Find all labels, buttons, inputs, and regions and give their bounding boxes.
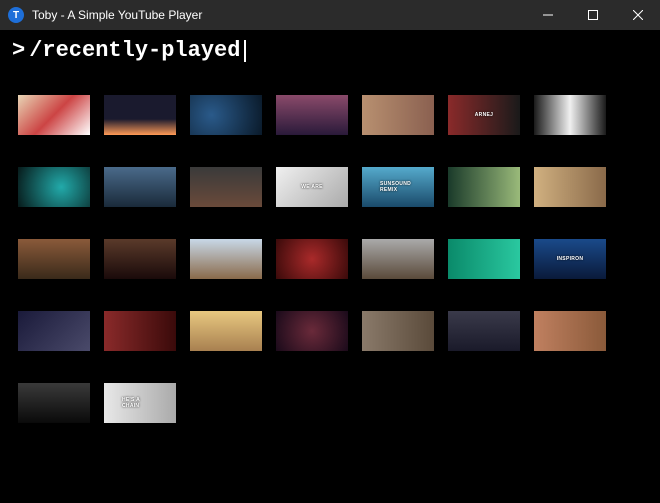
text-cursor	[244, 40, 246, 62]
video-thumbnail[interactable]: WE ARE	[276, 167, 348, 207]
thumbnail-grid: ARNEJ WE ARE SUNSOUND REMIX INSPIRON HE'S A …	[0, 67, 660, 451]
thumbnail-overlay-text: SUNSOUND REMIX	[380, 181, 416, 193]
video-thumbnail[interactable]	[534, 311, 606, 351]
thumbnail-overlay-text: ARNEJ	[475, 112, 493, 118]
video-thumbnail[interactable]: SUNSOUND REMIX	[362, 167, 434, 207]
video-thumbnail[interactable]	[276, 311, 348, 351]
video-thumbnail[interactable]	[276, 95, 348, 135]
titlebar[interactable]: T Toby - A Simple YouTube Player	[0, 0, 660, 30]
video-thumbnail[interactable]	[18, 383, 90, 423]
video-thumbnail[interactable]	[104, 95, 176, 135]
video-thumbnail[interactable]	[104, 167, 176, 207]
video-thumbnail[interactable]	[104, 311, 176, 351]
video-thumbnail[interactable]	[18, 167, 90, 207]
window-title: Toby - A Simple YouTube Player	[32, 8, 525, 22]
video-thumbnail[interactable]	[190, 239, 262, 279]
maximize-button[interactable]	[570, 0, 615, 30]
video-thumbnail[interactable]: ARNEJ	[448, 95, 520, 135]
video-thumbnail[interactable]: INSPIRON	[534, 239, 606, 279]
minimize-button[interactable]	[525, 0, 570, 30]
video-thumbnail[interactable]	[190, 167, 262, 207]
video-thumbnail[interactable]	[190, 95, 262, 135]
video-thumbnail[interactable]	[362, 239, 434, 279]
video-thumbnail[interactable]: HE'S A CHAIN	[104, 383, 176, 423]
command-bar: > /recently-played	[0, 30, 660, 67]
video-thumbnail[interactable]	[18, 311, 90, 351]
app-icon: T	[8, 7, 24, 23]
video-thumbnail[interactable]	[190, 311, 262, 351]
video-thumbnail[interactable]	[534, 95, 606, 135]
window-controls	[525, 0, 660, 30]
thumbnail-overlay-text: INSPIRON	[557, 256, 584, 262]
video-thumbnail[interactable]	[448, 167, 520, 207]
thumbnail-overlay-text: HE'S A CHAIN	[122, 397, 158, 409]
video-thumbnail[interactable]	[534, 167, 606, 207]
video-thumbnail[interactable]	[18, 95, 90, 135]
video-thumbnail[interactable]	[448, 239, 520, 279]
video-thumbnail[interactable]	[104, 239, 176, 279]
video-thumbnail[interactable]	[448, 311, 520, 351]
prompt-symbol: >	[12, 38, 25, 63]
video-thumbnail[interactable]	[362, 311, 434, 351]
video-thumbnail[interactable]	[362, 95, 434, 135]
video-thumbnail[interactable]	[18, 239, 90, 279]
video-thumbnail[interactable]	[276, 239, 348, 279]
close-button[interactable]	[615, 0, 660, 30]
thumbnail-overlay-text: WE ARE	[301, 184, 323, 190]
command-text[interactable]: /recently-played	[29, 38, 240, 63]
